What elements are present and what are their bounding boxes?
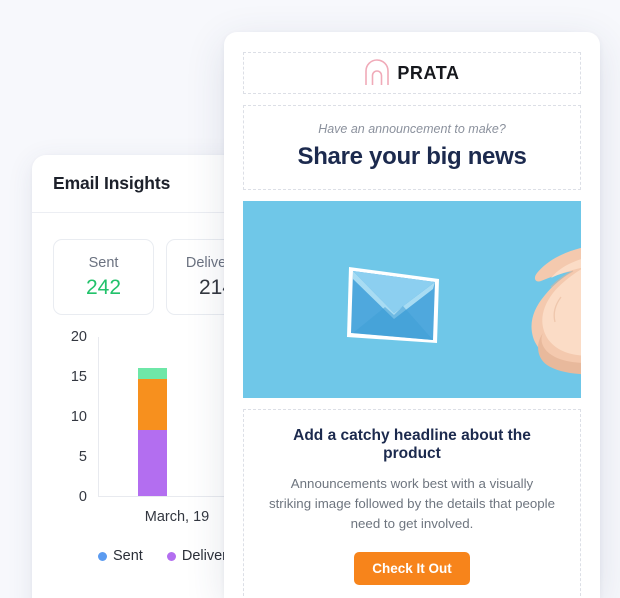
page-title: Email Insights (53, 173, 171, 193)
y-axis-tick: 5 (78, 449, 87, 465)
metric-label: Sent (88, 254, 119, 271)
bar-segment-clicked[interactable] (138, 368, 167, 380)
y-axis-tick: 15 (70, 369, 87, 385)
legend-label: Sent (113, 548, 143, 564)
legend-dot-icon (166, 551, 176, 561)
email-preview-card: PRATA Have an announcement to make? Shar… (224, 32, 600, 598)
body-headline: Add a catchy headline about the product (293, 427, 531, 462)
check-it-out-button[interactable]: Check It Out (354, 551, 470, 585)
metric-value: 242 (85, 275, 122, 299)
email-body-block[interactable]: Add a catchy headline about the product … (243, 409, 581, 598)
email-headline-block[interactable]: Have an announcement to make? Share your… (243, 105, 581, 190)
eyebrow-text: Have an announcement to make? (318, 122, 506, 136)
bar-segment-opened[interactable] (138, 379, 167, 430)
y-axis-tick: 0 (78, 489, 87, 505)
legend-dot-icon (98, 551, 107, 561)
app-canvas: Email Insights Sent 242 Delivered 214 20… (0, 0, 620, 598)
envelope-and-hand-illustration (243, 201, 581, 398)
chart-y-axis: 20 15 10 5 0 (53, 329, 87, 505)
email-hero-image[interactable] (243, 201, 581, 398)
legend-item-sent[interactable]: Sent (98, 548, 143, 564)
bar-segment-delivered[interactable] (138, 429, 167, 496)
brand-name: PRATA (397, 62, 460, 83)
stacked-bar[interactable] (138, 368, 167, 496)
arch-logo-icon (365, 59, 390, 85)
body-paragraph: Announcements work best with a visually … (268, 476, 556, 532)
email-headline: Share your big news (297, 143, 527, 170)
y-axis-tick: 20 (70, 329, 87, 345)
email-logo-block[interactable]: PRATA (243, 52, 581, 94)
metric-card-sent[interactable]: Sent 242 (53, 239, 154, 315)
y-axis-tick: 10 (70, 409, 87, 425)
